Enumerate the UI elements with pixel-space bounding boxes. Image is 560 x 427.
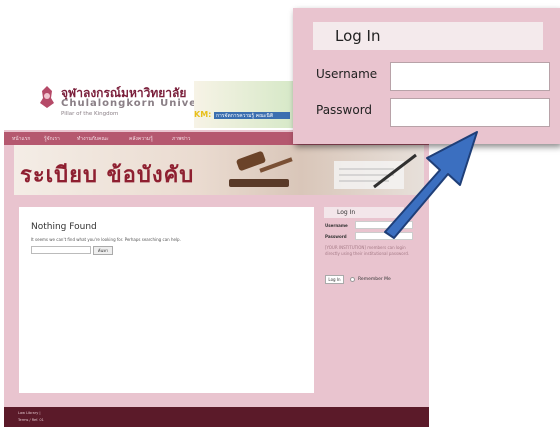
not-found-title: Nothing Found [31, 222, 97, 232]
zoom-password-input[interactable] [390, 98, 550, 127]
nav-item-work[interactable]: ทำงานกับคณะ [77, 135, 109, 143]
zoom-password-label: Password [316, 103, 373, 117]
zoom-login-title: Log In [335, 27, 381, 45]
search-button[interactable]: ค้นหา [93, 246, 113, 255]
university-tagline: Pillar of the Kingdom [61, 111, 119, 117]
login-note: [YOUR INSTITUTION] members can login dir… [325, 245, 410, 256]
remember-me-checkbox[interactable] [350, 277, 355, 282]
login-button[interactable]: Log In [325, 275, 344, 284]
hero-title: ระเบียบ ข้อบังคับ [20, 163, 195, 188]
username-label: Username [325, 223, 348, 228]
nav-item-gallery[interactable]: ภาพข่าว [172, 135, 190, 143]
not-found-message: It seems we can't find what you're looki… [31, 237, 181, 242]
footer-line: Law Library | [18, 411, 41, 415]
password-label: Password [325, 234, 347, 239]
footer-line: Terms / Ref. 01 [18, 418, 44, 422]
pointer-arrow-icon [384, 131, 478, 239]
zoomed-login-callout: Log In Username Password [293, 8, 560, 144]
remember-me-label: Remember Me [358, 277, 391, 282]
zoom-username-label: Username [316, 67, 378, 81]
university-seal-icon [40, 86, 54, 108]
hero-slider: ระเบียบ ข้อบังคับ [14, 145, 424, 195]
nav-item-home[interactable]: หน้าแรก [12, 135, 30, 143]
screenshot-stage: จุฬาลงกรณ์มหาวิทยาลัย Chulalongkorn Univ… [0, 0, 560, 427]
content-panel: Nothing Found It seems we can't find wha… [19, 207, 314, 393]
km-subtitle: การจัดการความรู้ คณะนิติ [214, 112, 290, 119]
site-footer: Law Library | Terms / Ref. 01 [4, 407, 429, 427]
search-input[interactable] [31, 246, 91, 254]
km-label: KM: [194, 110, 212, 119]
nav-item-knowledge[interactable]: คลังความรู้ [129, 135, 153, 143]
zoom-username-input[interactable] [390, 62, 550, 91]
login-title: Log In [337, 209, 356, 216]
zoom-login-title-box: Log In [313, 22, 543, 50]
gavel-icon [229, 151, 293, 187]
nav-item-about[interactable]: รู้จักเรา [44, 135, 60, 143]
